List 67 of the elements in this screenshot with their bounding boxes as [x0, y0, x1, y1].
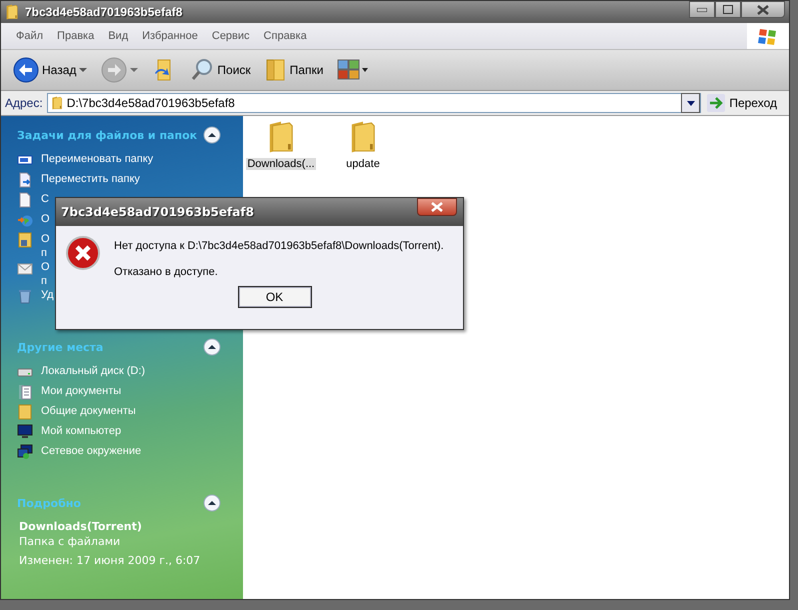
task-link[interactable]: п [41, 274, 50, 288]
detail-modified: Изменен: 17 июня 2009 г., 6:07 [19, 554, 202, 567]
panel-title: Задачи для файлов и папок [17, 128, 198, 142]
minimize-button[interactable] [689, 1, 715, 18]
menu-item[interactable]: Избранное [135, 30, 205, 42]
maximize-icon [723, 5, 733, 14]
window-title: 7bc3d4e58ad701963b5efaf8 [25, 5, 184, 19]
menu-item[interactable]: Справка [256, 30, 314, 42]
collapse-icon[interactable] [203, 338, 221, 356]
task-link[interactable]: С [41, 192, 49, 206]
error-message: Нет доступа к D:\7bc3d4e58ad701963b5efaf8\Downloads(Torrent). [114, 240, 444, 252]
task-link[interactable]: О [41, 212, 50, 226]
error-icon [66, 236, 100, 270]
folder-icon [267, 120, 295, 154]
panel-title: Подробно [17, 496, 81, 510]
folder-icon [50, 96, 63, 110]
task-link[interactable]: Переименовать папку [41, 152, 154, 166]
go-button[interactable]: Переход [705, 94, 785, 112]
page-icon [17, 192, 33, 208]
menu-item[interactable]: Правка [50, 30, 102, 42]
menu-item[interactable]: Вид [101, 30, 136, 42]
search-icon [190, 57, 214, 83]
trash-icon [17, 288, 33, 304]
file-name[interactable]: update [345, 158, 381, 170]
back-button[interactable]: Назад [9, 55, 92, 85]
panel-title: Другие места [17, 340, 104, 354]
folder-icon [349, 120, 377, 154]
monitor-icon [17, 424, 33, 440]
caret-icon [130, 68, 138, 72]
address-field[interactable]: D:\7bc3d4e58ad701963b5efaf8 [46, 93, 702, 113]
collapse-icon[interactable] [203, 126, 221, 144]
search-button[interactable]: Поиск [186, 55, 255, 85]
detail-name: Downloads(Torrent) [19, 520, 143, 533]
close-button[interactable] [417, 198, 457, 216]
network-icon [17, 444, 33, 460]
caret-icon [686, 100, 695, 106]
menu-item[interactable]: Файл [9, 30, 50, 42]
detail-type: Папка с файлами [19, 535, 122, 548]
folder-icon [17, 404, 33, 420]
collapse-icon[interactable] [203, 494, 221, 512]
page-arrow-icon [17, 172, 33, 188]
error-detail: Отказано в доступе. [114, 266, 219, 278]
dropdown-button[interactable] [681, 93, 700, 113]
task-link[interactable]: О [41, 260, 50, 274]
close-icon [757, 4, 769, 14]
task-link[interactable]: О [41, 232, 50, 246]
shared-folder-icon [17, 232, 33, 248]
address-label: Адрес: [5, 96, 43, 110]
close-icon [431, 202, 443, 212]
menu-item[interactable]: Сервис [204, 30, 257, 42]
arrow-icon [707, 94, 726, 112]
caret-icon [79, 68, 88, 72]
minimize-icon [697, 8, 707, 12]
folders-icon [264, 57, 287, 83]
documents-icon [17, 384, 33, 400]
file-name[interactable]: Downloads(... [246, 158, 316, 170]
task-link[interactable]: п [41, 246, 50, 260]
folder-icon [5, 4, 19, 20]
task-link[interactable]: Уд [41, 288, 54, 302]
dialog-title: 7bc3d4e58ad701963b5efaf8 [61, 205, 255, 219]
task-link[interactable]: Переместить папку [41, 172, 140, 186]
windows-flag-icon [758, 27, 778, 45]
maximize-button[interactable] [715, 1, 741, 18]
ok-button[interactable]: OK [238, 286, 312, 308]
folders-button[interactable]: Папки [260, 55, 328, 85]
close-button[interactable] [741, 1, 785, 18]
views-icon [337, 59, 370, 81]
